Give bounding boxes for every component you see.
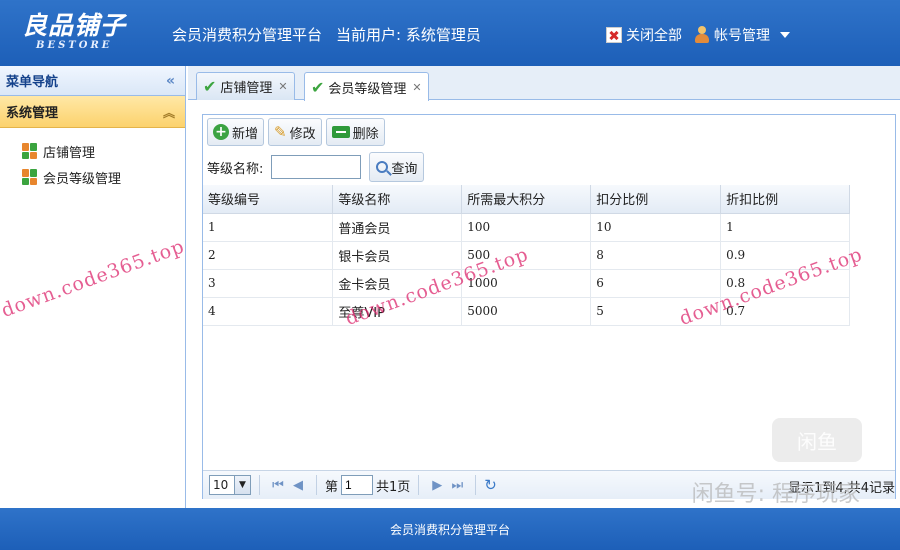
- table-header-row: 等级编号 等级名称 所需最大积分 扣分比例 折扣比例: [203, 185, 850, 214]
- pager-divider: [259, 475, 260, 495]
- last-page-icon[interactable]: ⏭: [447, 478, 467, 493]
- collapse-left-icon[interactable]: «: [166, 73, 175, 89]
- check-icon: ✔: [311, 77, 325, 97]
- table-cell: 1: [203, 213, 334, 242]
- table-cell: 5000: [461, 297, 592, 326]
- logo-text: 良品铺子: [22, 11, 127, 40]
- table-cell: 3: [203, 269, 334, 298]
- check-icon: ✔: [203, 77, 217, 96]
- add-label: 新增: [232, 126, 259, 142]
- chevron-down-icon: ▼: [234, 476, 250, 494]
- app-header: 良品铺子 BESTORE 会员消费积分管理平台 当前用户: 系统管理员 关闭全部…: [0, 0, 900, 66]
- logo-subtext: BESTORE: [36, 40, 113, 51]
- module-icon: [22, 143, 38, 159]
- page-size-value: 10: [213, 478, 229, 492]
- pager-divider: [316, 475, 317, 495]
- add-button[interactable]: + 新增: [207, 118, 265, 146]
- close-icon: [606, 27, 622, 43]
- sidebar-section-label: 系统管理: [6, 106, 59, 121]
- footer-text: 会员消费积分管理平台: [389, 522, 510, 537]
- table-cell: 2: [203, 241, 334, 270]
- delete-button[interactable]: 删除: [325, 118, 385, 146]
- delete-label: 删除: [352, 126, 379, 142]
- collapse-up-icon[interactable]: ︽: [163, 104, 175, 121]
- close-all-label: 关闭全部: [626, 28, 682, 44]
- column-header[interactable]: 扣分比例: [590, 185, 722, 214]
- add-icon: +: [213, 124, 229, 140]
- table-cell: 4: [203, 297, 334, 326]
- level-name-input[interactable]: [271, 155, 362, 179]
- app-footer: 会员消费积分管理平台: [0, 508, 900, 550]
- account-menu-button[interactable]: 帐号管理: [694, 25, 790, 45]
- search-row: 等级名称: 查询: [203, 149, 895, 185]
- current-user: 当前用户: 系统管理员: [336, 26, 481, 44]
- tab-bar: ✔ 店铺管理 ✕ ✔ 会员等级管理 ✕: [188, 66, 900, 101]
- prev-page-icon[interactable]: ◀: [288, 478, 308, 493]
- column-header[interactable]: 折扣比例: [720, 185, 850, 214]
- sidebar-item-store-management[interactable]: 店铺管理: [0, 138, 185, 164]
- sidebar-header: 菜单导航 «: [0, 66, 185, 96]
- table-cell: 6: [590, 269, 722, 298]
- pencil-icon: ✎: [274, 123, 287, 141]
- page-prefix: 第: [325, 479, 339, 495]
- page-total: 共1页: [376, 479, 411, 495]
- sidebar-item-member-level[interactable]: 会员等级管理: [0, 164, 185, 190]
- app-title: 会员消费积分管理平台: [172, 26, 323, 44]
- column-header[interactable]: 等级名称: [332, 185, 463, 214]
- search-icon: [376, 161, 389, 173]
- user-icon: [694, 26, 710, 44]
- table-row[interactable]: 1 普通会员 100 10 1: [203, 213, 850, 242]
- first-page-icon[interactable]: ⏮: [268, 478, 288, 493]
- table-cell: 8: [590, 241, 722, 270]
- pager-divider: [475, 475, 477, 495]
- tab-label: 店铺管理: [220, 81, 273, 96]
- close-all-button[interactable]: 关闭全部: [606, 25, 682, 45]
- brand-logo: 良品铺子 BESTORE: [22, 6, 162, 58]
- search-label: 等级名称:: [207, 161, 264, 177]
- refresh-icon[interactable]: ↻: [484, 476, 497, 494]
- edit-label: 修改: [289, 126, 316, 142]
- column-header[interactable]: 等级编号: [203, 185, 334, 214]
- tab-close-icon[interactable]: ✕: [412, 81, 421, 94]
- page-number-input[interactable]: [341, 475, 374, 495]
- module-icon: [22, 169, 38, 185]
- page-size-select[interactable]: 10 ▼: [209, 475, 251, 495]
- tab-store-management[interactable]: ✔ 店铺管理 ✕: [196, 72, 295, 100]
- account-label: 帐号管理: [714, 28, 770, 44]
- table-cell: 100: [461, 213, 592, 242]
- table-cell: 10: [590, 213, 722, 242]
- search-button-label: 查询: [391, 161, 418, 177]
- sidebar-item-label: 会员等级管理: [43, 171, 122, 187]
- watermark-logo: 闲鱼: [772, 418, 862, 462]
- column-header[interactable]: 所需最大积分: [461, 185, 592, 214]
- watermark-brand: 闲鱼号: 程序玩家: [691, 482, 860, 507]
- sidebar-item-label: 店铺管理: [43, 145, 96, 161]
- tab-close-icon[interactable]: ✕: [278, 80, 287, 93]
- toolbar: + 新增 ✎ 修改 删除: [203, 115, 895, 149]
- tab-label: 会员等级管理: [328, 81, 407, 97]
- sidebar-title: 菜单导航: [6, 75, 59, 90]
- next-page-icon[interactable]: ▶: [427, 478, 447, 493]
- sidebar-section-system[interactable]: 系统管理 ︽: [0, 96, 185, 128]
- search-button[interactable]: 查询: [369, 152, 425, 182]
- table-cell: 普通会员: [332, 213, 463, 242]
- edit-button[interactable]: ✎ 修改: [268, 118, 322, 146]
- tab-member-level[interactable]: ✔ 会员等级管理 ✕: [304, 72, 429, 101]
- remove-icon: [331, 126, 350, 138]
- table-cell: 银卡会员: [332, 241, 463, 270]
- chevron-down-icon: [780, 32, 790, 38]
- pager-divider: [418, 475, 420, 495]
- table-cell: 1: [720, 213, 850, 242]
